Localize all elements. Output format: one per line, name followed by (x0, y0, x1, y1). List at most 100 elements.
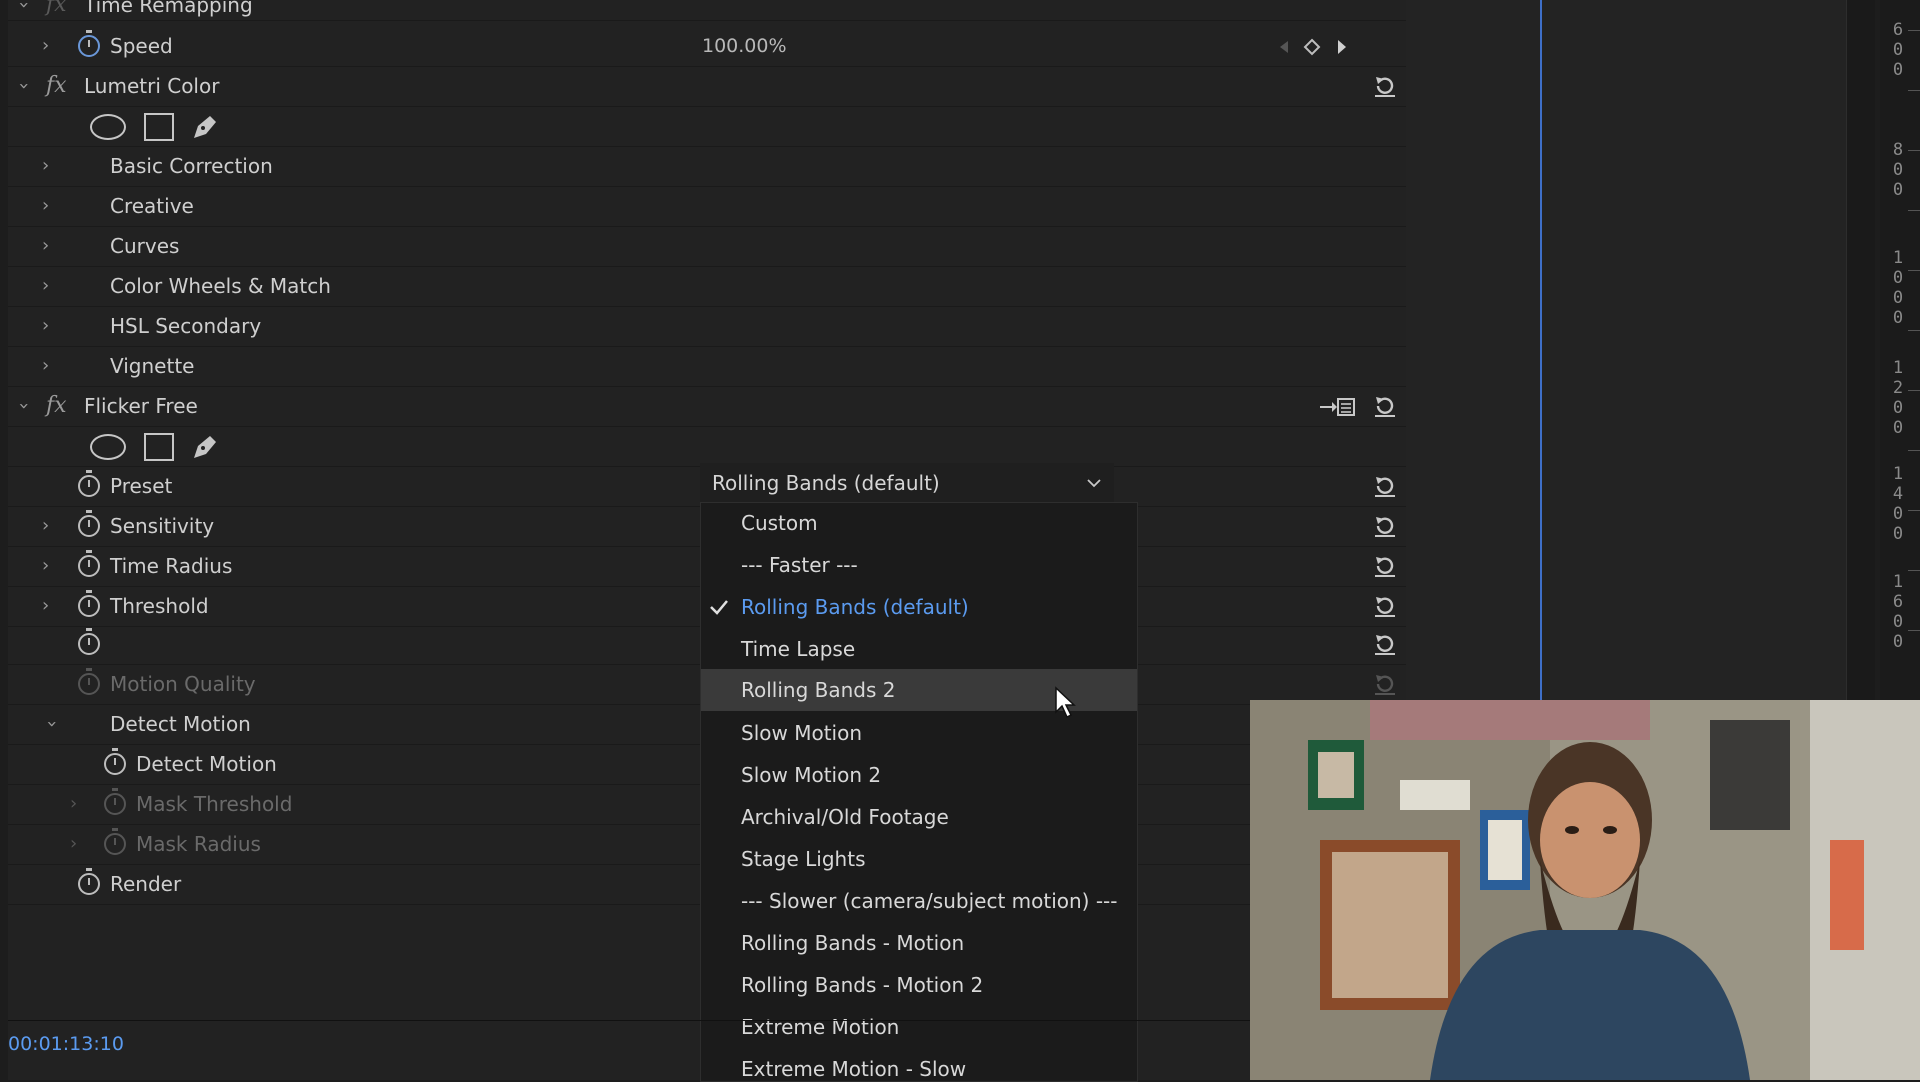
lumetri-section-row[interactable]: › Basic Correction (8, 146, 1406, 187)
param-label: Threshold (110, 594, 209, 618)
keyframe-timeline-area[interactable] (1406, 0, 1846, 700)
playhead-line[interactable] (1540, 0, 1542, 700)
chevron-right-icon[interactable]: › (42, 306, 49, 346)
chevron-right-icon[interactable]: › (42, 546, 49, 586)
chevron-down-icon[interactable] (1086, 475, 1102, 491)
stopwatch-icon[interactable] (78, 590, 100, 617)
reset-icon (1375, 675, 1395, 695)
stopwatch-icon[interactable] (78, 550, 100, 577)
chevron-right-icon[interactable]: › (42, 346, 49, 386)
fx-icon[interactable]: fx (46, 66, 67, 106)
menu-item[interactable]: Custom (701, 503, 1137, 543)
ruler-label: 1 2 0 0 (1892, 358, 1904, 438)
keyframe-nav-icon[interactable] (1272, 38, 1352, 56)
chevron-down-icon[interactable]: › (32, 720, 72, 727)
section-label: Creative (110, 194, 194, 218)
reset-icon[interactable] (1372, 514, 1398, 538)
ellipse-mask-icon[interactable] (90, 114, 126, 140)
ellipse-mask-icon[interactable] (90, 434, 126, 460)
menu-separator: --- Faster --- (701, 545, 1137, 585)
param-label: Time Radius (110, 554, 233, 578)
pen-mask-icon[interactable] (190, 432, 220, 462)
menu-item[interactable]: Archival/Old Footage (701, 797, 1137, 837)
param-label: Motion Quality (110, 672, 256, 696)
effect-title: Lumetri Color (84, 74, 220, 98)
chevron-down-icon[interactable]: › (9, 1, 39, 8)
chevron-right-icon[interactable]: › (42, 186, 49, 226)
stopwatch-icon[interactable] (78, 510, 100, 537)
time-remapping-row[interactable]: › fx Time Remapping (8, 0, 1406, 21)
chevron-down-icon[interactable]: › (4, 402, 44, 409)
preset-dropdown[interactable]: Rolling Bands (default) (700, 463, 1114, 503)
lumetri-section-row[interactable]: › Creative (8, 186, 1406, 227)
menu-item[interactable]: Stage Lights (701, 839, 1137, 879)
stopwatch-icon[interactable] (78, 628, 100, 655)
chevron-right-icon: › (70, 833, 78, 854)
section-label: Vignette (110, 354, 195, 378)
menu-item-label: Custom (741, 511, 818, 535)
section-label: HSL Secondary (110, 314, 262, 338)
chevron-right-icon[interactable]: › (42, 146, 49, 186)
stopwatch-icon (104, 788, 126, 815)
fx-icon[interactable]: fx (46, 386, 67, 426)
stopwatch-icon[interactable] (78, 30, 100, 57)
reset-icon[interactable] (1372, 474, 1398, 498)
rectangle-mask-icon[interactable] (144, 433, 174, 461)
checkmark-icon (710, 600, 728, 615)
chevron-right-icon[interactable]: › (42, 266, 49, 306)
param-label: Sensitivity (110, 514, 215, 538)
reset-icon[interactable] (1372, 74, 1398, 98)
lumetri-section-row[interactable]: › Vignette (8, 346, 1406, 387)
reset-icon[interactable] (1372, 394, 1398, 418)
ruler-tick (1908, 330, 1920, 331)
menu-item[interactable]: Slow Motion 2 (701, 755, 1137, 795)
fx-icon: fx (46, 0, 67, 17)
pen-mask-icon[interactable] (190, 112, 220, 142)
chevron-right-icon[interactable]: › (42, 26, 49, 66)
menu-item-label: Extreme Motion - Slow (741, 1057, 967, 1081)
ruler-tick (1908, 30, 1920, 31)
preset-menu: Custom --- Faster --- Rolling Bands (def… (700, 502, 1138, 1082)
speed-label: Speed (110, 34, 173, 58)
rectangle-mask-icon[interactable] (144, 113, 174, 141)
lumetri-section-row[interactable]: › HSL Secondary (8, 306, 1406, 347)
export-list-icon[interactable] (1318, 396, 1356, 418)
param-label: Mask Radius (136, 832, 261, 856)
flicker-free-row[interactable]: › fx Flicker Free (8, 386, 1406, 427)
section-label: Color Wheels & Match (110, 274, 331, 298)
ruler-label: 1 6 0 0 (1892, 572, 1904, 652)
lumetri-section-row[interactable]: › Curves (8, 226, 1406, 267)
reset-icon[interactable] (1372, 594, 1398, 618)
lumetri-color-row[interactable]: › fx Lumetri Color (8, 66, 1406, 107)
ruler-tick (1908, 630, 1920, 631)
menu-item-selected[interactable]: Rolling Bands (default) (701, 587, 1137, 627)
param-label: Render (110, 872, 182, 896)
menu-item-label: Rolling Bands 2 (741, 678, 896, 702)
stopwatch-icon[interactable] (78, 470, 100, 497)
menu-item[interactable]: Rolling Bands - Motion 2 (701, 965, 1137, 1005)
menu-item[interactable]: Extreme Motion - Slow (701, 1049, 1137, 1081)
speed-row[interactable]: › Speed 100.00% (8, 26, 1406, 67)
chevron-right-icon[interactable]: › (42, 586, 49, 626)
ruler-label: 1 4 0 0 (1892, 464, 1904, 544)
menu-item-label: Slow Motion 2 (741, 763, 882, 787)
reset-icon[interactable] (1372, 554, 1398, 578)
chevron-down-icon[interactable]: › (4, 82, 44, 89)
menu-item[interactable]: Rolling Bands - Motion (701, 923, 1137, 963)
current-timecode[interactable]: 00:01:13:10 (8, 1033, 124, 1055)
menu-item[interactable]: Extreme Motion (701, 1007, 1137, 1047)
reset-icon[interactable] (1372, 632, 1398, 656)
menu-item-label: Rolling Bands - Motion 2 (741, 973, 984, 997)
menu-item[interactable]: Time Lapse (701, 629, 1137, 669)
lumetri-section-row[interactable]: › Color Wheels & Match (8, 266, 1406, 307)
ruler-label: 1 0 0 0 (1892, 248, 1904, 328)
stopwatch-icon[interactable] (104, 748, 126, 775)
stopwatch-icon[interactable] (78, 868, 100, 895)
chevron-right-icon[interactable]: › (42, 226, 49, 266)
preset-label: Preset (110, 474, 173, 498)
speed-value[interactable]: 100.00% (702, 26, 787, 66)
webcam-overlay (1250, 700, 1920, 1080)
menu-separator: --- Slower (camera/subject motion) --- (701, 881, 1137, 921)
menu-item-label: Stage Lights (741, 847, 866, 871)
chevron-right-icon[interactable]: › (42, 506, 49, 546)
